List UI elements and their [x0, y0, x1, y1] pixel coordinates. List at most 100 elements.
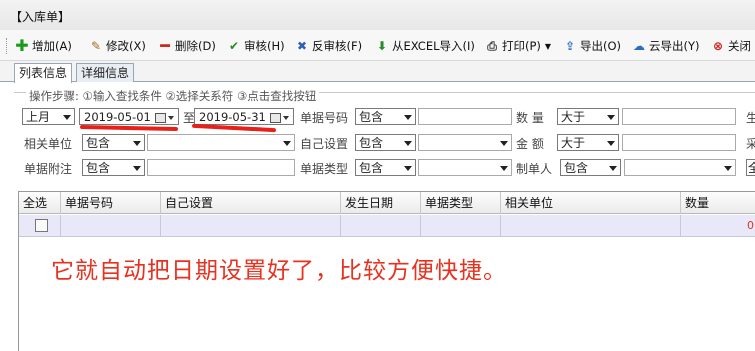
tab-bar: 列表信息 详细信息 — [0, 61, 755, 83]
column-header-select-all[interactable]: 全选 — [19, 192, 61, 214]
tab-detail-info[interactable]: 详细信息 — [76, 63, 135, 82]
remark-operator-select[interactable]: 包含 — [82, 159, 145, 176]
maker-operator-value: 包含 — [564, 161, 589, 175]
chevron-down-icon[interactable] — [283, 141, 291, 146]
cut-off-select[interactable]: 全 — [746, 159, 755, 176]
amount-label: 金 额 — [516, 137, 544, 151]
annotation-note: 它就自动把日期设置好了，比较方便快捷。 — [51, 258, 507, 284]
doc-no-operator-value: 包含 — [359, 110, 384, 124]
row-checkbox[interactable] — [35, 219, 48, 232]
qty-label: 数 量 — [516, 111, 544, 125]
cloud-icon: ☁ — [633, 39, 645, 53]
toolbar-grip — [6, 38, 10, 54]
chevron-down-icon[interactable] — [724, 166, 732, 171]
column-header-doc-type[interactable]: 单据类型 — [421, 192, 501, 214]
export-icon: ⇪ — [564, 39, 576, 53]
amount-input[interactable] — [622, 134, 736, 151]
column-header-self-setting[interactable]: 自己设置 — [161, 192, 341, 214]
doc-type-input[interactable] — [418, 159, 512, 176]
doc-type-operator-select[interactable]: 包含 — [355, 159, 416, 176]
calendar-icon[interactable] — [155, 113, 166, 123]
amount-operator-select[interactable]: 大于 — [557, 134, 619, 151]
add-button[interactable]: ✚ 增加(A) — [14, 37, 72, 55]
column-header-related-unit[interactable]: 相关单位 — [501, 192, 681, 214]
close-button[interactable]: ⊗ 关闭 — [710, 37, 751, 55]
date-to-field[interactable]: 2019-05-31 — [194, 108, 294, 125]
approve-button-label: 审核(H) — [244, 39, 285, 53]
remark-input[interactable] — [147, 159, 295, 176]
unapprove-button-label: 反审核(F) — [312, 39, 363, 53]
chevron-down-icon[interactable] — [500, 141, 508, 146]
column-header-date[interactable]: 发生日期 — [341, 192, 421, 214]
maker-input[interactable] — [624, 159, 736, 176]
chevron-down-icon — [404, 166, 412, 171]
chevron-down-icon — [404, 115, 412, 120]
chevron-down-icon[interactable] — [283, 116, 289, 120]
self-setting-label: 自己设置 — [300, 137, 349, 151]
table-row-cell[interactable] — [421, 215, 501, 237]
column-header-doc-no[interactable]: 单据号码 — [61, 192, 161, 214]
close-circle-icon: ⊗ — [712, 39, 724, 53]
close-button-label: 关闭 — [728, 39, 751, 53]
related-unit-operator-value: 包含 — [86, 136, 111, 150]
amount-operator-value: 大于 — [561, 136, 586, 150]
self-setting-operator-select[interactable]: 包含 — [355, 134, 416, 151]
import-excel-button-label: 从EXCEL导入(I) — [392, 39, 475, 53]
tab-list-info[interactable]: 列表信息 — [14, 63, 73, 83]
doc-type-operator-value: 包含 — [359, 161, 384, 175]
maker-label: 制单人 — [516, 162, 553, 176]
chevron-down-icon[interactable] — [500, 166, 508, 171]
chevron-down-icon[interactable] — [168, 116, 174, 120]
cut-off-label-2: 采 — [746, 137, 755, 151]
print-button-label: 打印(P) — [502, 39, 541, 53]
add-button-label: 增加(A) — [32, 39, 72, 53]
chevron-down-icon — [404, 141, 412, 146]
cross-icon: ✖ — [296, 39, 308, 53]
date-from-field[interactable]: 2019-05-01 — [79, 108, 179, 125]
table-row-quantity-cell[interactable]: 0 — [681, 215, 755, 237]
quantity-value: 0 — [747, 219, 754, 232]
calendar-icon[interactable] — [270, 113, 281, 123]
remark-label: 单据附注 — [24, 162, 73, 176]
related-unit-operator-select[interactable]: 包含 — [82, 134, 145, 151]
delete-button[interactable]: ━ 删除(D) — [157, 37, 216, 55]
window-titlebar: 【入库单】 — [0, 0, 755, 31]
self-setting-input[interactable] — [418, 134, 512, 151]
self-setting-operator-value: 包含 — [359, 136, 384, 150]
doc-no-input[interactable] — [418, 108, 512, 125]
chevron-down-icon — [607, 141, 615, 146]
cloud-export-button[interactable]: ☁ 云导出(Y) — [631, 37, 700, 55]
maker-operator-select[interactable]: 包含 — [560, 159, 621, 176]
chevron-down-icon — [133, 141, 141, 146]
table-row-cell[interactable] — [61, 215, 161, 237]
table-row-cell[interactable] — [341, 215, 421, 237]
chevron-down-icon — [133, 166, 141, 171]
table-row-cell[interactable] — [161, 215, 341, 237]
checkmark-icon: ✔ — [228, 39, 240, 53]
chevron-down-icon — [63, 115, 71, 120]
column-header-quantity[interactable]: 数量 — [681, 192, 755, 214]
date-from-value: 2019-05-01 — [84, 110, 151, 124]
chevron-down-icon — [607, 115, 615, 120]
doc-no-label: 单据号码 — [300, 111, 349, 125]
qty-operator-select[interactable]: 大于 — [557, 108, 619, 125]
table-row-cell[interactable] — [501, 215, 681, 237]
related-unit-input[interactable] — [147, 134, 295, 151]
window-title: 【入库单】 — [10, 10, 71, 24]
delete-button-label: 删除(D) — [175, 39, 216, 53]
related-unit-label: 相关单位 — [24, 137, 73, 151]
qty-input[interactable] — [622, 108, 736, 125]
unapprove-button[interactable]: ✖ 反审核(F) — [294, 37, 362, 55]
period-select[interactable]: 上月 — [22, 108, 75, 125]
remark-operator-value: 包含 — [86, 161, 111, 175]
edit-button[interactable]: ✎ 修改(X) — [88, 37, 146, 55]
export-button[interactable]: ⇪ 导出(O) — [562, 37, 621, 55]
table-row-select-cell[interactable] — [19, 215, 61, 237]
printer-icon: ⎙ — [487, 39, 497, 53]
qty-operator-value: 大于 — [561, 110, 586, 124]
approve-button[interactable]: ✔ 审核(H) — [226, 37, 285, 55]
doc-no-operator-select[interactable]: 包含 — [355, 108, 416, 125]
import-excel-button[interactable]: ⬇ 从EXCEL导入(I) — [374, 37, 475, 55]
print-button[interactable]: ⎙ 打印(P) ▼ — [484, 37, 551, 55]
edit-button-label: 修改(X) — [106, 39, 146, 53]
